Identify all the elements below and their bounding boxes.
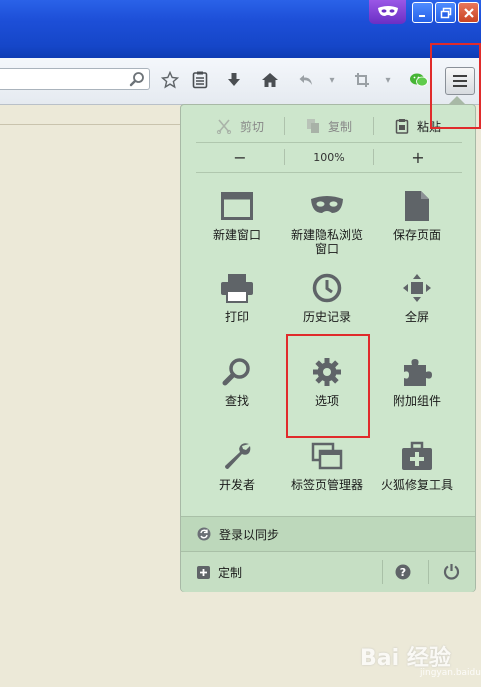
zoom-reset-button[interactable]: 100% <box>285 151 373 164</box>
reader-list-icon[interactable] <box>190 70 210 90</box>
window-title-bar <box>0 0 481 58</box>
tabs-manager-icon <box>311 436 343 476</box>
cut-button[interactable]: 剪切 <box>196 118 284 135</box>
menu-item-label: 附加组件 <box>392 394 441 408</box>
menu-item-label: 火狐修复工具 <box>380 478 453 492</box>
divider <box>382 560 383 584</box>
svg-text:?: ? <box>400 566 406 579</box>
zoom-controls-row: − 100% + <box>196 145 462 169</box>
menu-item-developer[interactable]: 开发者 <box>191 436 283 514</box>
zoom-out-button[interactable]: − <box>196 148 284 167</box>
customize-label: 定制 <box>218 565 243 580</box>
customize-button[interactable]: 定制 <box>181 552 381 592</box>
puzzle-icon <box>401 352 433 392</box>
copy-button[interactable]: 复制 <box>285 118 373 135</box>
menu-item-label: 开发者 <box>218 478 255 492</box>
private-mask-icon <box>310 186 344 226</box>
menu-item-label: 全屏 <box>404 310 429 324</box>
repair-kit-icon <box>401 436 433 476</box>
new-window-icon <box>221 186 253 226</box>
back-dropdown-icon[interactable]: ▾ <box>322 70 342 90</box>
annotation-highlight-options <box>286 334 370 438</box>
menu-item-label: 查找 <box>224 394 249 408</box>
star-icon[interactable] <box>160 70 180 90</box>
menu-item-label: 历史记录 <box>302 310 351 324</box>
content-separator <box>0 124 180 125</box>
menu-item-label: 新建隐私浏览 窗口 <box>290 228 363 256</box>
minimize-button[interactable] <box>412 2 433 23</box>
close-button[interactable] <box>458 2 479 23</box>
divider <box>196 142 462 143</box>
divider <box>428 560 429 584</box>
private-browsing-indicator <box>369 0 406 24</box>
save-page-icon <box>404 186 430 226</box>
download-icon[interactable] <box>224 70 244 90</box>
menu-item-addons[interactable]: 附加组件 <box>371 352 463 430</box>
history-clock-icon <box>312 268 342 308</box>
cut-label: 剪切 <box>239 119 264 134</box>
menu-item-fullscreen[interactable]: 全屏 <box>371 268 463 346</box>
printer-icon <box>220 268 254 308</box>
sign-in-sync-button[interactable]: 登录以同步 <box>181 516 475 551</box>
copy-icon <box>306 119 319 133</box>
zoom-level: 100% <box>313 150 345 164</box>
power-icon <box>443 564 460 580</box>
scissors-icon <box>216 119 232 134</box>
menu-item-find[interactable]: 查找 <box>191 352 283 430</box>
close-icon <box>463 7 474 18</box>
sync-label: 登录以同步 <box>219 527 280 542</box>
fullscreen-icon <box>402 268 432 308</box>
restore-icon <box>440 7 451 18</box>
menu-item-tab-manager[interactable]: 标签页管理器 <box>281 436 373 514</box>
help-button[interactable]: ? <box>395 564 411 580</box>
wrench-icon <box>222 436 252 476</box>
menu-item-repair-tool[interactable]: 火狐修复工具 <box>371 436 463 514</box>
clipboard-icon <box>395 119 409 134</box>
restore-button[interactable] <box>435 2 456 23</box>
zoom-in-label: + <box>411 147 425 167</box>
quit-button[interactable] <box>443 563 460 580</box>
search-icon[interactable] <box>129 71 145 91</box>
navigation-toolbar: ▾ ▾ <box>0 58 481 105</box>
minimize-icon <box>418 14 425 17</box>
home-icon[interactable] <box>260 70 280 90</box>
help-icon: ? <box>395 564 411 580</box>
divider <box>196 172 462 173</box>
menu-item-label: 打印 <box>224 310 249 324</box>
menu-item-private-window[interactable]: 新建隐私浏览 窗口 <box>281 186 373 264</box>
zoom-out-label: − <box>233 147 247 167</box>
menu-item-print[interactable]: 打印 <box>191 268 283 346</box>
mask-icon <box>377 6 398 16</box>
crop-dropdown-icon[interactable]: ▾ <box>378 70 398 90</box>
wechat-icon[interactable] <box>409 70 429 90</box>
sync-icon <box>197 527 211 541</box>
zoom-in-button[interactable]: + <box>374 148 462 167</box>
panel-footer: 定制 ? <box>181 551 475 592</box>
search-icon <box>222 352 252 392</box>
search-bar[interactable] <box>0 68 150 90</box>
menu-item-label: 新建窗口 <box>212 228 261 242</box>
copy-label: 复制 <box>327 119 352 134</box>
add-icon <box>197 565 210 579</box>
menu-item-label: 保存页面 <box>392 228 441 242</box>
watermark-url: jingyan.baidu.com <box>420 668 481 678</box>
edit-controls-row: 剪切 复制 粘贴 <box>196 112 462 140</box>
annotation-highlight-menu <box>430 43 481 129</box>
crop-icon[interactable] <box>352 70 372 90</box>
menu-item-new-window[interactable]: 新建窗口 <box>191 186 283 264</box>
menu-item-save-page[interactable]: 保存页面 <box>371 186 463 264</box>
back-icon[interactable] <box>296 70 316 90</box>
menu-item-label: 标签页管理器 <box>290 478 363 492</box>
